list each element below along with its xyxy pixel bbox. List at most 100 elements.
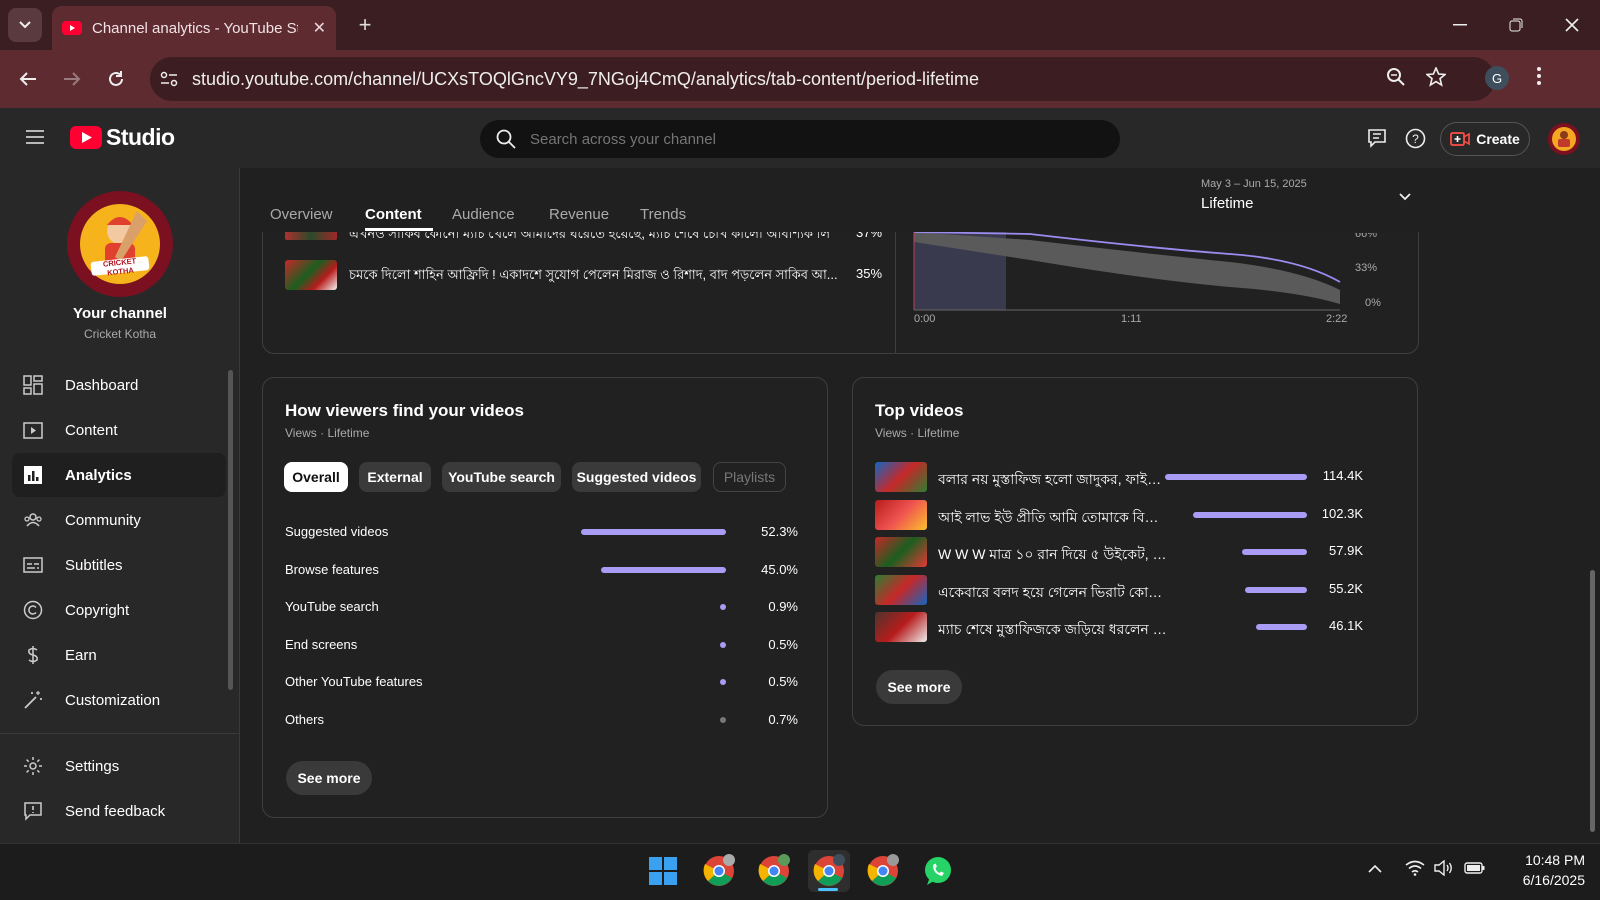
tab-audience[interactable]: Audience [452, 206, 515, 223]
channel-avatar[interactable]: CRICKET KOTHA [67, 191, 173, 297]
traffic-row[interactable]: Suggested videos 52.3% [285, 524, 798, 546]
top-videos-see-more-button[interactable]: See more [876, 670, 962, 704]
traffic-bar [720, 679, 726, 685]
community-icon [24, 513, 42, 527]
clock-time[interactable]: 10:48 PM [1497, 852, 1585, 868]
chip-external[interactable]: External [359, 462, 431, 492]
help-icon[interactable]: ? [1405, 128, 1426, 149]
top-video-row[interactable]: ম্যাচ শেষে মুস্তাফিজকে জড়িয়ে ধরলেন আ..… [875, 612, 1395, 644]
main-scrollbar[interactable] [1590, 570, 1595, 832]
studio-logo[interactable]: Studio [70, 124, 175, 151]
profile-avatar[interactable]: G [1485, 66, 1509, 90]
sidebar-item-subtitles[interactable]: Subtitles [12, 543, 226, 587]
traffic-row[interactable]: End screens 0.5% [285, 637, 798, 659]
video-title[interactable]: বলার নয় মুস্তাফিজ হলো জাদুকর, ফাইনাল... [938, 468, 1168, 492]
close-window-button[interactable] [1552, 10, 1592, 40]
sidebar-item-settings[interactable]: Settings [12, 744, 226, 788]
traffic-row[interactable]: Other YouTube features 0.5% [285, 674, 798, 696]
close-tab-icon[interactable]: ✕ [313, 18, 326, 38]
your-channel-label: Your channel [73, 305, 167, 322]
sidebar-item-dashboard[interactable]: Dashboard [12, 363, 226, 407]
start-button[interactable] [642, 850, 684, 892]
hamburger-menu-icon[interactable] [26, 130, 44, 144]
tab-trends[interactable]: Trends [640, 206, 686, 223]
sidebar-item-community[interactable]: Community [12, 498, 226, 542]
y-tick: 0% [1365, 297, 1381, 309]
new-tab-button[interactable]: + [350, 12, 380, 38]
sidebar-item-analytics[interactable]: Analytics [12, 453, 226, 497]
video-title[interactable]: আই লাভ ইউ প্রীতি আমি তোমাকে বিয়ে ক... [938, 506, 1168, 530]
windows-icon [649, 857, 677, 885]
tab-content[interactable]: Content [365, 206, 422, 223]
minimize-button[interactable] [1440, 10, 1480, 40]
video-thumbnail[interactable] [875, 575, 927, 605]
video-title[interactable]: W W W মাত্র ১০ রান দিয়ে ৫ উইকেট, ipl এ.… [938, 543, 1168, 567]
video-thumbnail[interactable] [875, 462, 927, 492]
logo-text: Studio [106, 124, 175, 150]
chip-overall[interactable]: Overall [284, 462, 348, 492]
copyright-icon [23, 600, 43, 620]
video-thumbnail[interactable] [875, 612, 927, 642]
clock-date[interactable]: 6/16/2025 [1497, 872, 1585, 888]
top-video-row[interactable]: বলার নয় মুস্তাফিজ হলো জাদুকর, ফাইনাল...… [875, 462, 1395, 494]
wifi-icon[interactable] [1405, 860, 1425, 876]
taskbar-whatsapp[interactable] [917, 850, 959, 892]
address-bar[interactable]: studio.youtube.com/channel/UCXsTOQlGncVY… [150, 57, 1495, 101]
sidebar-item-feedback[interactable]: Send feedback [12, 789, 226, 833]
video-thumbnail[interactable] [875, 500, 927, 530]
card-divider [895, 232, 896, 354]
sidebar-item-copyright[interactable]: Copyright [12, 588, 226, 632]
traffic-pct: 0.7% [768, 712, 798, 727]
sidebar-scrollbar[interactable] [228, 370, 233, 690]
traffic-bar [581, 529, 726, 535]
period-label: Lifetime [1201, 195, 1254, 212]
sidebar-item-earn[interactable]: Earn [12, 633, 226, 677]
restore-button[interactable] [1496, 10, 1536, 40]
reload-button[interactable] [98, 62, 134, 96]
site-info-icon[interactable] [160, 71, 178, 87]
top-video-row[interactable]: আই লাভ ইউ প্রীতি আমি তোমাকে বিয়ে ক... 1… [875, 500, 1395, 532]
volume-icon[interactable] [1434, 860, 1454, 876]
forward-button[interactable] [54, 62, 90, 96]
browser-tab[interactable]: Channel analytics - YouTube Stu ✕ [52, 6, 336, 50]
back-button[interactable] [10, 62, 46, 96]
chip-suggested-videos[interactable]: Suggested videos [572, 462, 701, 492]
bookmark-star-icon[interactable] [1426, 67, 1446, 87]
messages-icon[interactable] [1367, 128, 1387, 148]
traffic-see-more-button[interactable]: See more [286, 761, 372, 795]
create-button[interactable]: Create [1440, 122, 1530, 156]
taskbar-chrome-1[interactable] [698, 850, 740, 892]
sidebar-item-label: Community [65, 511, 141, 529]
chip-youtube-search[interactable]: YouTube search [442, 462, 561, 492]
search-icon [496, 129, 516, 149]
zoom-icon[interactable] [1386, 67, 1406, 87]
battery-icon[interactable] [1464, 861, 1486, 875]
tray-chevron-up-icon[interactable] [1368, 864, 1382, 873]
top-video-row[interactable]: W W W মাত্র ১০ রান দিয়ে ৫ উইকেট, ipl এ.… [875, 537, 1395, 569]
video-views-bar [1245, 587, 1307, 593]
browser-menu-icon[interactable] [1537, 67, 1541, 85]
traffic-row[interactable]: YouTube search 0.9% [285, 599, 798, 621]
tab-revenue[interactable]: Revenue [549, 206, 609, 223]
date-range-picker[interactable]: May 3 – Jun 15, 2025 Lifetime [1201, 178, 1431, 222]
tab-search-button[interactable] [8, 8, 42, 42]
account-avatar[interactable] [1548, 123, 1580, 155]
taskbar-chrome-active[interactable] [808, 850, 850, 892]
tab-title: Channel analytics - YouTube Stu [92, 19, 298, 37]
video-thumbnail[interactable] [875, 537, 927, 567]
retention-video-title[interactable]: চমকে দিলো শাহিন আফ্রিদি ! একাদশে সুযোগ প… [349, 266, 839, 287]
chip-playlists[interactable]: Playlists [713, 462, 786, 492]
tab-overview[interactable]: Overview [270, 206, 333, 223]
taskbar-chrome-4[interactable] [862, 850, 904, 892]
sidebar-item-content[interactable]: Content [12, 408, 226, 452]
search-input[interactable] [530, 130, 1090, 148]
video-title[interactable]: ম্যাচ শেষে মুস্তাফিজকে জড়িয়ে ধরলেন আ..… [938, 618, 1168, 642]
video-thumbnail[interactable] [285, 260, 337, 290]
taskbar-chrome-2[interactable] [753, 850, 795, 892]
sidebar-item-customization[interactable]: Customization [12, 678, 226, 722]
video-title[interactable]: একেবারে বলদ হয়ে গেলেন ভিরাট কোহিলি,... [938, 581, 1168, 605]
traffic-row[interactable]: Others 0.7% [285, 712, 798, 734]
search-bar[interactable] [480, 120, 1120, 158]
top-video-row[interactable]: একেবারে বলদ হয়ে গেলেন ভিরাট কোহিলি,... … [875, 575, 1395, 607]
traffic-row[interactable]: Browse features 45.0% [285, 562, 798, 584]
